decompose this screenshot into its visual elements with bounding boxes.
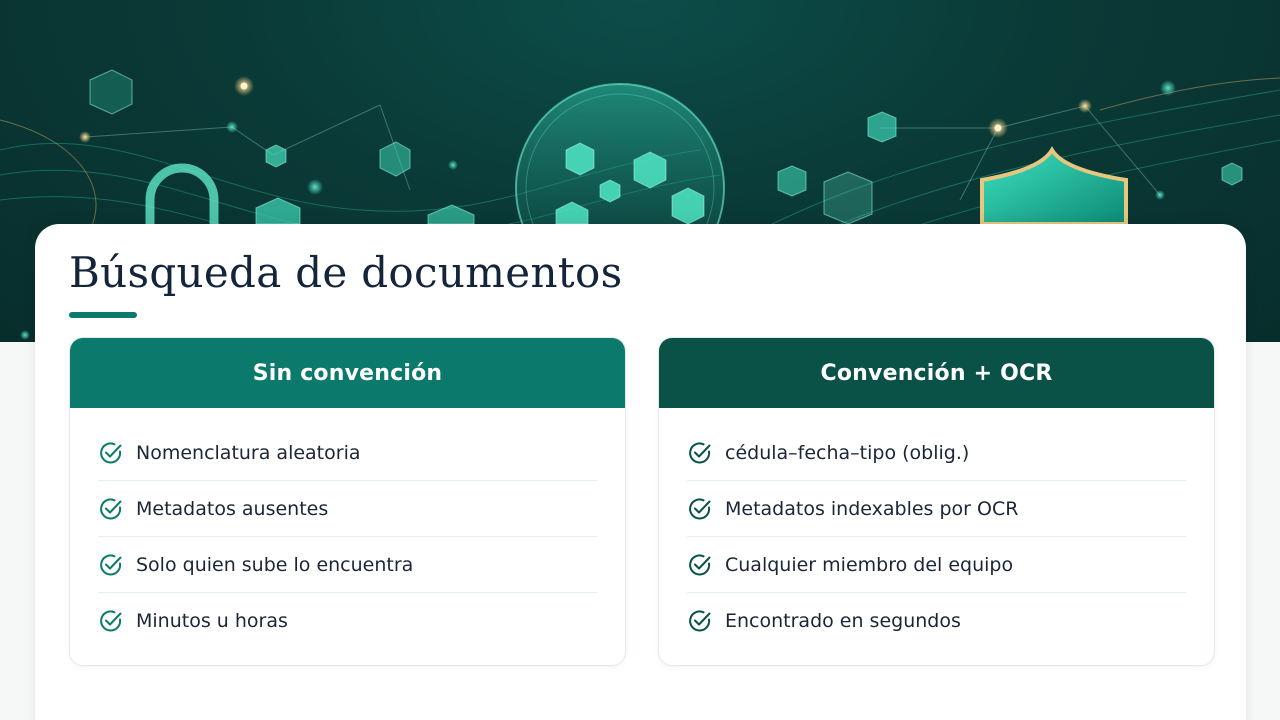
list-item: Minutos u horas (98, 593, 597, 649)
list-item: Solo quien sube lo encuentra (98, 537, 597, 593)
comparison-panel-right: Convención + OCR cédula–fecha–tipo (obli… (658, 337, 1215, 666)
list-item-label: Metadatos indexables por OCR (725, 497, 1019, 520)
check-circle-icon (100, 610, 122, 632)
panel-list-left: Nomenclatura aleatoria Metadatos ausente… (70, 408, 625, 649)
list-item-label: Cualquier miembro del equipo (725, 553, 1014, 576)
panel-header-right: Convención + OCR (659, 338, 1214, 408)
list-item: Cualquier miembro del equipo (687, 537, 1186, 593)
list-item: Encontrado en segundos (687, 593, 1186, 649)
comparison-panel-left: Sin convención Nomenclatura aleatoria Me… (69, 337, 626, 666)
page-title: Búsqueda de documentos (69, 248, 623, 297)
list-item-label: Minutos u horas (136, 610, 288, 632)
title-underline (69, 312, 137, 318)
check-circle-icon (100, 442, 122, 463)
check-circle-icon (100, 498, 122, 519)
list-item-label: Nomenclatura aleatoria (136, 441, 361, 464)
list-item-label: Encontrado en segundos (725, 610, 961, 632)
list-item-label: Solo quien sube lo encuentra (136, 553, 414, 576)
check-circle-icon (689, 498, 711, 519)
padlock-icon (145, 163, 219, 230)
panel-list-right: cédula–fecha–tipo (oblig.) Metadatos ind… (659, 408, 1214, 649)
slide: Búsqueda de documentos Sin convención No… (0, 0, 1280, 720)
list-item-label: Metadatos ausentes (136, 497, 329, 520)
check-circle-icon (689, 554, 711, 575)
content-card: Búsqueda de documentos Sin convención No… (35, 224, 1246, 720)
shield-icon (980, 146, 1128, 226)
check-circle-icon (689, 610, 711, 632)
list-item-label: cédula–fecha–tipo (oblig.) (725, 441, 970, 464)
panel-header-left: Sin convención (70, 338, 625, 408)
list-item: cédula–fecha–tipo (oblig.) (687, 425, 1186, 481)
check-circle-icon (689, 442, 711, 463)
list-item: Nomenclatura aleatoria (98, 425, 597, 481)
check-circle-icon (100, 554, 122, 575)
list-item: Metadatos ausentes (98, 481, 597, 537)
list-item: Metadatos indexables por OCR (687, 481, 1186, 537)
